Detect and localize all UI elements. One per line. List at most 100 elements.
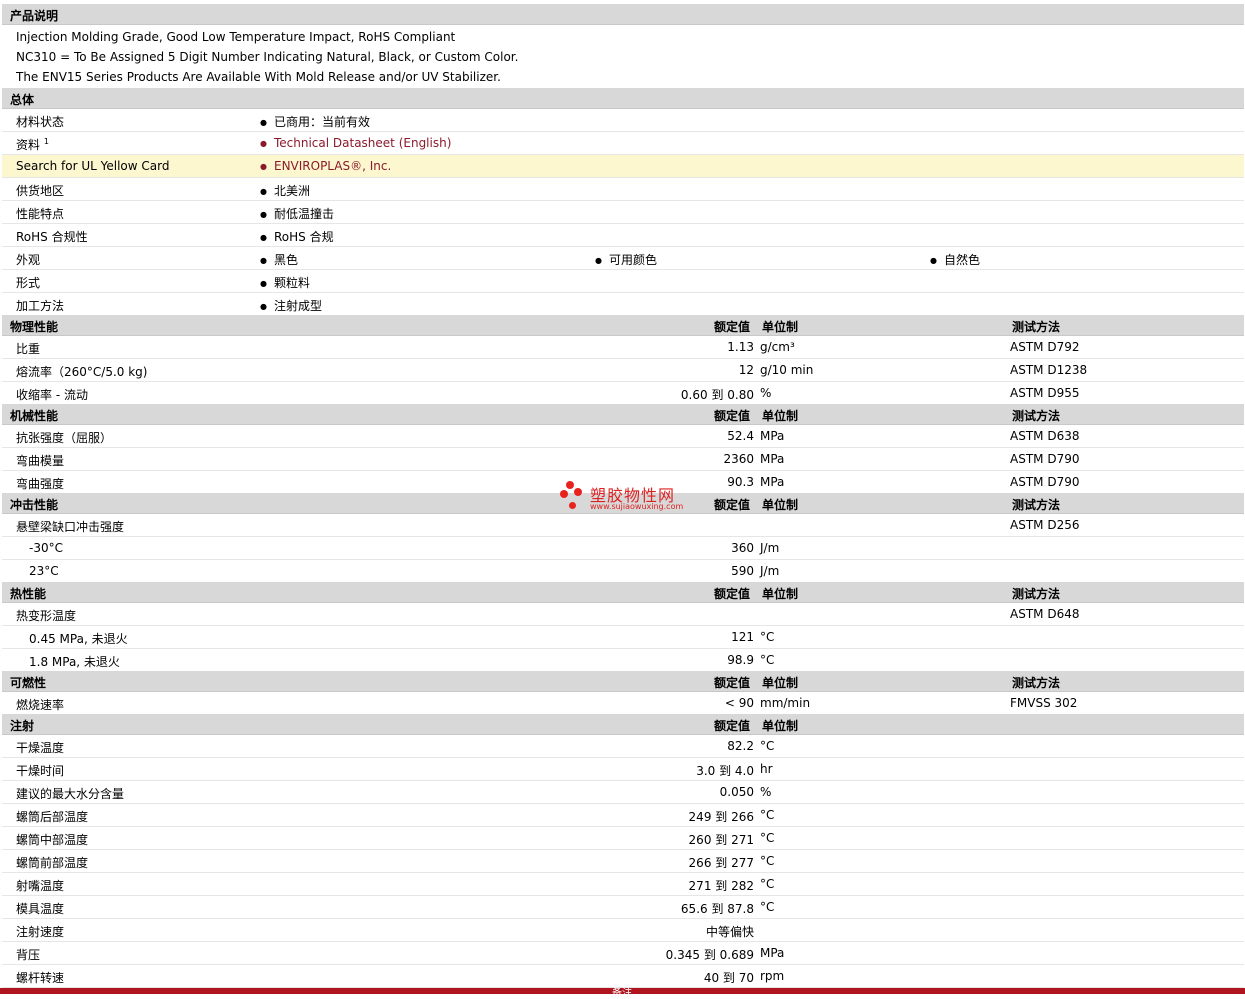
row-label: 弯曲模量 xyxy=(16,454,65,468)
header-unit: 单位制 xyxy=(762,676,799,690)
property-row: 干燥温度 82.2 °C xyxy=(2,735,1244,758)
row-unit: MPa xyxy=(760,946,785,960)
header-unit: 单位制 xyxy=(762,409,799,423)
bullet-item: 已商用：当前有效 xyxy=(260,113,370,130)
property-row: 0.45 MPa, 未退火 121 °C xyxy=(2,626,1244,649)
row-unit: MPa xyxy=(760,452,785,466)
row-unit: °C xyxy=(760,854,775,868)
property-row: 注射速度 中等偏快 xyxy=(2,919,1244,942)
row-value: 3.0 到 4.0 xyxy=(696,764,754,778)
supplier-link[interactable]: ENVIROPLAS®, Inc. xyxy=(260,159,391,173)
row-value: 52.4 xyxy=(727,429,754,443)
row-label: -30°C xyxy=(29,541,63,555)
row-unit: rpm xyxy=(760,969,785,983)
row-unit: °C xyxy=(760,808,775,822)
row-unit: °C xyxy=(760,900,775,914)
row-unit: °C xyxy=(760,653,775,667)
row-label: 燃烧速率 xyxy=(16,698,65,712)
property-row: 螺筒后部温度 249 到 266 °C xyxy=(2,804,1244,827)
row-test: ASTM D1238 xyxy=(1010,363,1088,377)
footnote-marker: 1 xyxy=(43,137,49,146)
row-unit: % xyxy=(760,386,772,400)
header-unit: 单位制 xyxy=(762,719,799,733)
property-row: 建议的最大水分含量 0.050% xyxy=(2,781,1244,804)
header-value: 额定值 xyxy=(714,320,751,334)
row-value: 121 xyxy=(731,630,754,644)
property-row: 螺筒中部温度 260 到 271 °C xyxy=(2,827,1244,850)
row-label: 比重 xyxy=(16,342,41,356)
row-unit: MPa xyxy=(760,475,785,489)
row-value: < 90 xyxy=(724,696,754,710)
row-label: 抗张强度（屈服） xyxy=(16,431,113,445)
row-test: ASTM D638 xyxy=(1010,429,1080,443)
header-value: 额定值 xyxy=(714,409,751,423)
row-value: 2360 xyxy=(723,452,754,466)
row-test: ASTM D955 xyxy=(1010,386,1080,400)
section-flammability: 可燃性 额定值 单位制 测试方法 xyxy=(2,671,1244,692)
row-value: 0.050 xyxy=(719,785,754,799)
general-row: 加工方法 注射成型 xyxy=(2,293,1244,316)
row-label: 材料状态 xyxy=(16,115,65,129)
bullet-item: 黑色 xyxy=(260,251,298,268)
general-row: 资料 1 Technical Datasheet (English) xyxy=(2,132,1244,155)
row-label: 形式 xyxy=(16,276,41,290)
row-label-text: 资料 xyxy=(16,138,41,152)
row-label: 23°C xyxy=(29,564,59,578)
row-label: 注射速度 xyxy=(16,925,65,939)
datasheet-link[interactable]: Technical Datasheet (English) xyxy=(260,136,451,150)
property-row: 干燥时间 3.0 到 4.0 hr xyxy=(2,758,1244,781)
row-unit: °C xyxy=(760,877,775,891)
watermark-logo: 塑胶物性网 www.sujiaowuxing.com xyxy=(560,480,700,514)
row-label: 加工方法 xyxy=(16,299,65,313)
section-title: 物理性能 xyxy=(10,320,59,334)
row-test: ASTM D792 xyxy=(1010,340,1080,354)
section-title: 热性能 xyxy=(10,587,47,601)
row-value: 0.60 到 0.80 xyxy=(680,388,754,402)
row-label: 性能特点 xyxy=(16,207,65,221)
row-value: 40 到 70 xyxy=(703,971,754,985)
row-label: Search for UL Yellow Card xyxy=(16,159,170,173)
row-value: 590 xyxy=(731,564,754,578)
row-value: 266 到 277 xyxy=(688,856,754,870)
general-row: 形式 颗粒料 xyxy=(2,270,1244,293)
logo-dot xyxy=(574,488,582,496)
property-row: 抗张强度（屈服） 52.4 MPa ASTM D638 xyxy=(2,425,1244,448)
header-test: 测试方法 xyxy=(1012,587,1061,601)
general-row: 供货地区 北美洲 xyxy=(2,178,1244,201)
row-unit: g/cm³ xyxy=(760,340,795,354)
bullet-item: 耐低温撞击 xyxy=(260,205,334,222)
row-value: 260 到 271 xyxy=(688,833,754,847)
bullet-item: 自然色 xyxy=(930,251,980,268)
row-label: 0.45 MPa, 未退火 xyxy=(29,632,128,646)
property-row: 弯曲模量 2360 MPa ASTM D790 xyxy=(2,448,1244,471)
row-unit: °C xyxy=(760,739,775,753)
bullet-item: 注射成型 xyxy=(260,297,322,314)
section-general: 总体 xyxy=(2,88,1244,109)
logo-dot xyxy=(566,481,574,489)
property-row: 背压 0.345 到 0.689 MPa xyxy=(2,942,1244,965)
description-line: NC310 = To Be Assigned 5 Digit Number In… xyxy=(16,50,519,64)
row-label: 1.8 MPa, 未退火 xyxy=(29,655,120,669)
row-label: 背压 xyxy=(16,948,41,962)
row-value: 98.9 xyxy=(727,653,754,667)
row-label: 收缩率 - 流动 xyxy=(16,388,88,402)
property-row: 热变形温度 ASTM D648 xyxy=(2,603,1244,626)
row-label: 建议的最大水分含量 xyxy=(16,787,125,801)
section-title: 冲击性能 xyxy=(10,498,59,512)
row-unit: hr xyxy=(760,762,773,776)
bullet-item: 北美洲 xyxy=(260,182,310,199)
row-unit: g/10 min xyxy=(760,363,814,377)
section-title: 注射 xyxy=(10,719,35,733)
header-test: 测试方法 xyxy=(1012,676,1061,690)
row-value: 82.2 xyxy=(727,739,754,753)
row-label: 模具温度 xyxy=(16,902,65,916)
row-label: 射嘴温度 xyxy=(16,879,65,893)
property-row: 1.8 MPa, 未退火 98.9 °C xyxy=(2,649,1244,672)
logo-dot xyxy=(560,490,568,498)
row-value: 0.345 到 0.689 xyxy=(665,948,754,962)
row-value: 65.6 到 87.8 xyxy=(680,902,754,916)
footer-label: 备注 xyxy=(612,988,632,999)
header-value: 额定值 xyxy=(714,587,751,601)
row-value: 中等偏快 xyxy=(705,925,754,939)
property-row: 燃烧速率 < 90 mm/min FMVSS 302 xyxy=(2,692,1244,715)
